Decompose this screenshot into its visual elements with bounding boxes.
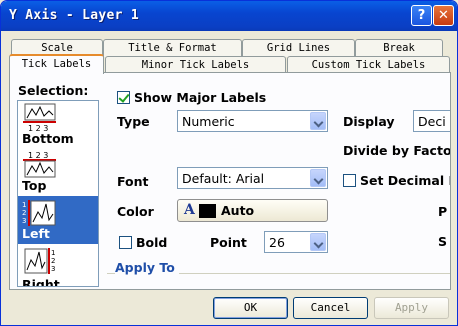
- type-value: Numeric: [182, 114, 235, 129]
- tick-labels-panel: Selection: 1 2 3 Bottom 1 2 3 Top 1 2 3 …: [9, 72, 451, 290]
- bottom-axis-icon: 1 2 3: [23, 103, 56, 133]
- selection-list[interactable]: 1 2 3 Bottom 1 2 3 Top 1 2 3 Left 1 2 3 …: [17, 100, 99, 287]
- selection-item-label: Left: [22, 226, 50, 241]
- side-letter-s: S: [438, 234, 448, 249]
- divide-by-factor-label: Divide by Factor: [343, 143, 451, 158]
- window-title: Y Axis - Layer 1: [9, 8, 140, 23]
- display-select[interactable]: Deci: [413, 110, 450, 132]
- left-axis-icon: 1 2 3: [22, 200, 56, 226]
- selection-item-bottom[interactable]: 1 2 3 Bottom: [18, 101, 98, 149]
- chevron-down-icon[interactable]: [310, 169, 326, 187]
- svg-text:1: 1: [51, 249, 55, 257]
- color-swatch: [199, 204, 216, 218]
- help-button[interactable]: ?: [411, 5, 432, 26]
- selection-item-label: Right: [22, 277, 60, 287]
- bold-label: Bold: [136, 235, 168, 250]
- selection-item-label: Top: [22, 178, 47, 193]
- point-size-select[interactable]: 26: [264, 231, 328, 253]
- selection-item-right[interactable]: 1 2 3 Right: [18, 244, 98, 287]
- apply-to-field: [216, 289, 336, 290]
- selection-item-top[interactable]: 1 2 3 Top: [18, 148, 98, 196]
- type-label: Type: [117, 114, 150, 129]
- show-major-labels-checkbox[interactable]: [117, 91, 130, 104]
- svg-text:1: 1: [22, 201, 26, 209]
- cancel-button[interactable]: Cancel: [293, 297, 368, 319]
- selection-label: Selection:: [18, 83, 89, 98]
- font-select[interactable]: Default: Arial: [177, 167, 328, 189]
- svg-text:3: 3: [51, 265, 55, 273]
- selection-item-left[interactable]: 1 2 3 Left: [18, 196, 98, 244]
- font-color-icon: A: [184, 202, 195, 218]
- font-value: Default: Arial: [182, 171, 265, 186]
- top-tick-numbers: 1 2 3: [28, 151, 48, 160]
- tab-grid-lines[interactable]: Grid Lines: [242, 39, 355, 57]
- point-value: 26: [269, 235, 285, 250]
- bold-checkbox[interactable]: [119, 236, 132, 249]
- close-button[interactable]: ✕: [433, 5, 454, 26]
- chevron-down-icon[interactable]: [310, 233, 326, 251]
- apply-to-field-2: [439, 289, 451, 290]
- dialog-window: Y Axis - Layer 1 ? ✕ Scale Title & Forma…: [0, 0, 458, 326]
- set-decimal-checkbox[interactable]: [343, 174, 356, 187]
- top-axis-icon: 1 2 3: [23, 151, 56, 178]
- tab-title-format[interactable]: Title & Format: [103, 39, 242, 57]
- color-picker-button[interactable]: A Auto: [177, 199, 328, 222]
- point-label: Point: [210, 235, 247, 250]
- selection-item-label: Bottom: [22, 131, 74, 146]
- tab-break[interactable]: Break: [355, 39, 443, 57]
- svg-text:3: 3: [22, 217, 26, 225]
- chevron-down-icon[interactable]: [310, 112, 326, 130]
- right-axis-icon: 1 2 3: [24, 248, 55, 274]
- title-bar[interactable]: Y Axis - Layer 1 ? ✕: [1, 1, 457, 31]
- display-label: Display: [343, 114, 395, 129]
- tab-tick-labels[interactable]: Tick Labels: [9, 54, 104, 74]
- set-decimal-label: Set Decimal P: [360, 173, 451, 188]
- apply-to-label: Apply To: [115, 260, 179, 275]
- color-label: Color: [117, 204, 154, 219]
- font-label: Font: [117, 174, 149, 189]
- svg-text:2: 2: [51, 257, 55, 265]
- show-major-labels-label: Show Major Labels: [134, 90, 267, 105]
- color-value: Auto: [221, 203, 255, 218]
- side-letter-p: P: [438, 204, 448, 219]
- apply-to-section: [107, 273, 451, 290]
- apply-button[interactable]: Apply: [374, 297, 449, 319]
- display-value: Deci: [418, 114, 446, 129]
- ok-button[interactable]: OK: [213, 297, 288, 319]
- type-select[interactable]: Numeric: [177, 110, 328, 132]
- svg-text:2: 2: [22, 209, 26, 217]
